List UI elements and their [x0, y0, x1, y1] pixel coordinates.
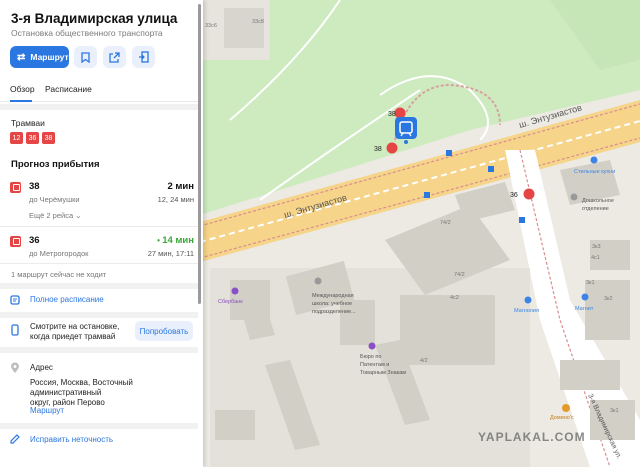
- route-badge[interactable]: 12: [10, 132, 23, 144]
- svg-text:3к3: 3к3: [592, 244, 601, 250]
- svg-text:3к1: 3к1: [610, 408, 619, 414]
- route-number: 38: [29, 181, 40, 192]
- door-icon: [139, 51, 149, 63]
- svg-text:36: 36: [510, 192, 518, 199]
- phone-icon: [11, 324, 19, 336]
- svg-text:Патентам и: Патентам и: [360, 362, 389, 368]
- route-button-label: Маршрут: [30, 52, 69, 62]
- svg-text:Дошкольное: Дошкольное: [582, 198, 614, 204]
- next-arrivals: 27 мин, 17:11: [147, 249, 194, 258]
- svg-text:Международная: Международная: [312, 293, 354, 299]
- share-button[interactable]: [103, 46, 126, 68]
- svg-text:38: 38: [374, 146, 382, 153]
- route-button[interactable]: ⇄ Маршрут: [10, 46, 69, 68]
- tab-overview[interactable]: Обзор: [10, 84, 35, 94]
- address-label: Адрес: [30, 363, 53, 372]
- bookmark-button[interactable]: [74, 46, 97, 68]
- svg-text:4/2: 4/2: [420, 358, 428, 364]
- svg-text:3к1: 3к1: [586, 280, 595, 286]
- route-badge[interactable]: 36: [26, 132, 39, 144]
- enter-button[interactable]: [132, 46, 155, 68]
- svg-text:школа: учебное: школа: учебное: [312, 301, 352, 307]
- next-arrivals: 12, 24 мин: [157, 195, 194, 204]
- page-title: 3-я Владимирская улица: [11, 11, 178, 26]
- bookmark-icon: [81, 51, 90, 63]
- svg-text:Бюро по: Бюро по: [360, 354, 381, 360]
- route-number: 36: [29, 235, 40, 246]
- svg-text:38: 38: [388, 111, 396, 118]
- schedule-icon: [10, 295, 20, 305]
- svg-text:Магнолия: Магнолия: [514, 308, 539, 314]
- svg-text:Сбербанк: Сбербанк: [218, 299, 243, 305]
- svg-text:Домино'с: Домино'с: [550, 415, 574, 421]
- tram-icon: [10, 236, 21, 247]
- watch-tram-text: Смотрите на остановке, когда приедет тра…: [30, 322, 120, 341]
- route-direction: до Метрогородок: [29, 249, 89, 258]
- route-badge[interactable]: 38: [42, 132, 55, 144]
- edit-icon: [10, 434, 20, 444]
- watermark: YAPLAKAL.COM: [478, 430, 586, 444]
- svg-text:Товарным Знакам: Товарным Знакам: [360, 370, 406, 376]
- full-schedule-link[interactable]: Полное расписание: [30, 295, 104, 304]
- tab-bar: Обзор Расписание: [0, 82, 198, 102]
- svg-text:отделение: отделение: [582, 206, 609, 212]
- chevron-down-icon: ⌄: [75, 211, 82, 220]
- tab-active-indicator: [10, 100, 32, 102]
- not-running-note[interactable]: 1 маршрут сейчас не ходит: [11, 270, 106, 280]
- tab-schedule[interactable]: Расписание: [45, 84, 92, 94]
- svg-text:4с2: 4с2: [450, 295, 459, 301]
- forecast-title: Прогноз прибытия: [11, 159, 100, 170]
- route-direction: до Черёмушки: [29, 195, 80, 204]
- address-route-link[interactable]: Маршрут: [30, 406, 64, 415]
- more-trips-link[interactable]: Ещё 2 рейса ⌄: [29, 211, 82, 220]
- stop-type: Остановка общественного транспорта: [11, 28, 163, 38]
- report-error-link[interactable]: Исправить неточность: [30, 435, 113, 444]
- svg-text:3к2: 3к2: [604, 296, 613, 302]
- transport-type-label: Трамваи: [11, 118, 45, 128]
- svg-text:74/2: 74/2: [440, 220, 451, 226]
- try-button[interactable]: Попробовать: [135, 321, 193, 341]
- arrival-time: 2 мин: [167, 181, 194, 192]
- svg-text:подразделение...: подразделение...: [312, 309, 356, 315]
- svg-text:4с1: 4с1: [591, 255, 600, 261]
- location-pin-icon: [11, 362, 19, 373]
- address-text: Россия, Москва, Восточный административн…: [30, 378, 133, 407]
- svg-text:Магнит: Магнит: [575, 306, 594, 312]
- svg-text:74/2: 74/2: [454, 272, 465, 278]
- tram-icon: [10, 182, 21, 193]
- svg-text:33с8: 33с8: [252, 19, 264, 25]
- share-icon: [109, 51, 120, 63]
- svg-text:Стильные кухни: Стильные кухни: [574, 169, 615, 175]
- route-icon: ⇄: [17, 51, 26, 63]
- side-panel: 3-я Владимирская улица Остановка обществ…: [0, 0, 203, 467]
- scrollbar[interactable]: [198, 4, 201, 304]
- svg-text:33с6: 33с6: [205, 23, 217, 29]
- arrival-time: • 14 мин: [157, 235, 194, 246]
